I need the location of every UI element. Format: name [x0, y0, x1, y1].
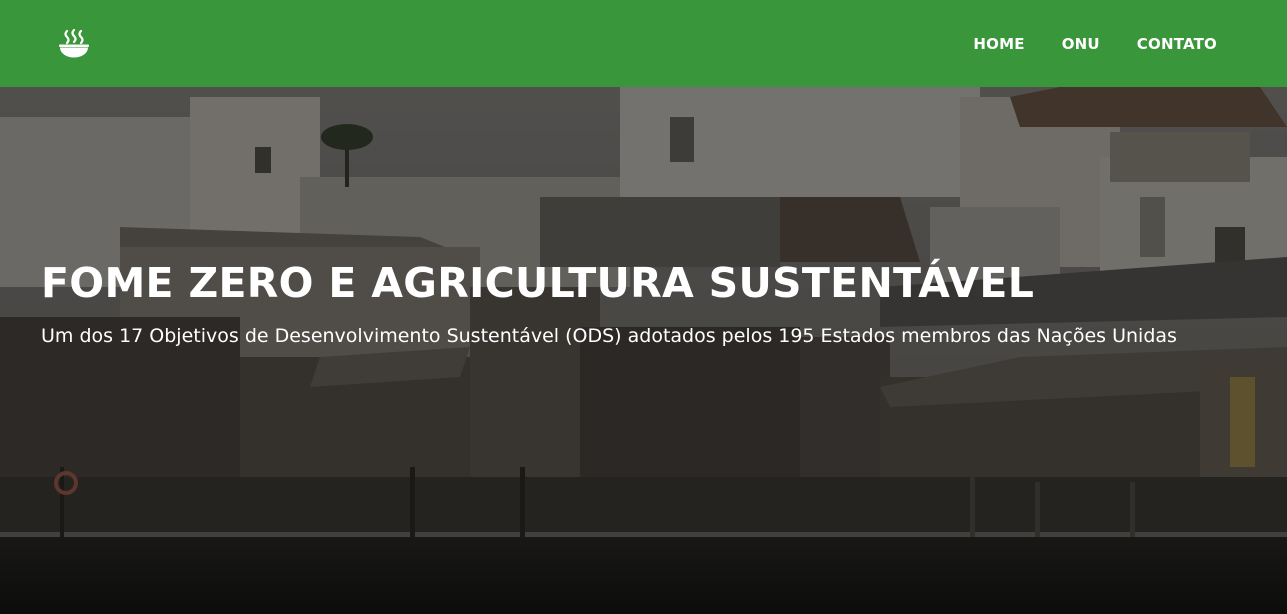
hero-subtitle: Um dos 17 Objetivos de Desenvolvimento S… — [41, 325, 1177, 347]
nav-link-contato[interactable]: CONTATO — [1137, 35, 1217, 53]
hero-content: FOME ZERO E AGRICULTURA SUSTENTÁVEL Um d… — [41, 258, 1221, 351]
hero-section: FOME ZERO E AGRICULTURA SUSTENTÁVEL Um d… — [0, 87, 1287, 614]
logo[interactable] — [56, 26, 92, 62]
nav-link-home[interactable]: HOME — [973, 35, 1024, 53]
nav-menu: HOME ONU CONTATO — [973, 35, 1217, 53]
nav-link-onu[interactable]: ONU — [1062, 35, 1100, 53]
navbar: HOME ONU CONTATO — [0, 0, 1287, 87]
soup-bowl-icon — [59, 28, 89, 57]
hero-title: FOME ZERO E AGRICULTURA SUSTENTÁVEL — [41, 259, 1035, 307]
